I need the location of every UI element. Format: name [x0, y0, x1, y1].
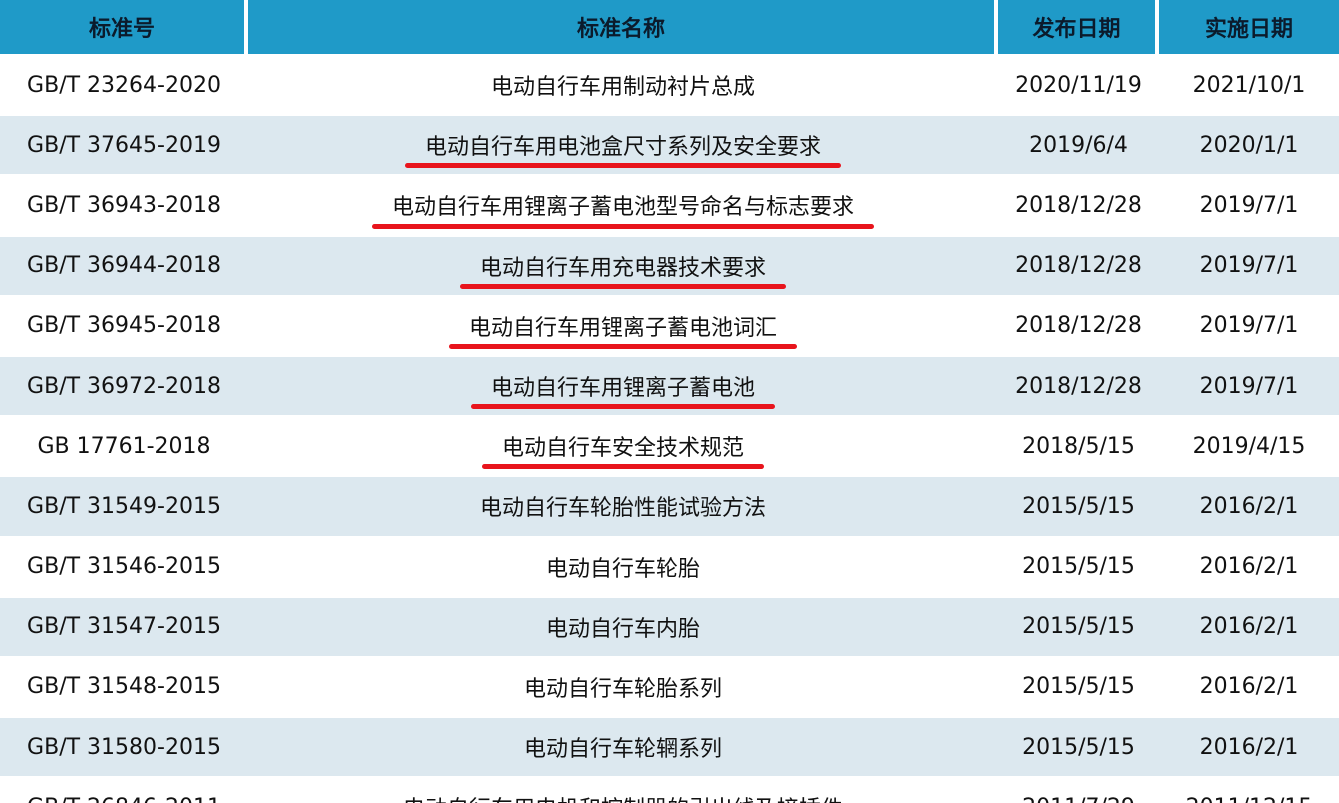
cell-standard-code: GB/T 23264-2020	[0, 54, 248, 115]
standards-table: 标准号 标准名称 发布日期 实施日期 GB/T 23264-2020 电动自行车用…	[0, 0, 1339, 803]
cell-implement-date: 2016/2/1	[1159, 655, 1339, 717]
cell-standard-name: 电动自行车用锂离子蓄电池型号命名与标志要求	[248, 174, 998, 235]
cell-implement-date: 2019/7/1	[1159, 174, 1339, 235]
cell-standard-code: GB/T 36972-2018	[0, 354, 248, 416]
cell-implement-date: 2016/2/1	[1159, 716, 1339, 777]
red-underline-mark	[482, 464, 764, 470]
cell-implement-date: 2016/2/1	[1159, 535, 1339, 596]
red-underline-mark	[449, 343, 797, 349]
standard-name-text: 电动自行车轮胎	[545, 556, 700, 582]
header-standard-name: 标准名称	[248, 0, 998, 54]
cell-standard-code: GB/T 31547-2015	[0, 595, 248, 656]
cell-standard-name: 电动自行车轮胎系列	[248, 655, 998, 717]
table-row: GB/T 37645-2019 电动自行车用电池盒尺寸系列及安全要求 2019/6/…	[0, 114, 1339, 175]
cell-implement-date: 2016/2/1	[1159, 475, 1339, 536]
cell-standard-code: GB/T 31548-2015	[0, 655, 248, 717]
cell-publish-date: 2015/5/15	[998, 475, 1159, 536]
table-row: GB/T 31580-2015 电动自行车轮辋系列 2015/5/15 2016/2/…	[0, 716, 1339, 777]
standard-name-text: 电动自行车安全技术规范	[501, 436, 744, 462]
cell-implement-date: 2011/12/15	[1159, 776, 1339, 803]
cell-standard-code: GB/T 31546-2015	[0, 535, 248, 596]
header-publish-date: 发布日期	[998, 0, 1159, 54]
red-underline-mark	[460, 283, 786, 289]
cell-standard-name: 电动自行车轮胎性能试验方法	[248, 475, 998, 536]
cell-publish-date: 2018/12/28	[998, 354, 1159, 416]
standards-table-container: 标准号 标准名称 发布日期 实施日期 GB/T 23264-2020 电动自行车用…	[0, 0, 1339, 803]
cell-publish-date: 2018/12/28	[998, 234, 1159, 295]
table-body: GB/T 23264-2020 电动自行车用制动衬片总成 2020/11/19 202…	[0, 54, 1339, 803]
table-row: GB/T 31548-2015 电动自行车轮胎系列 2015/5/15 2016/2/…	[0, 655, 1339, 717]
cell-standard-code: GB/T 31549-2015	[0, 475, 248, 536]
standard-name-text: 电动自行车用电机和控制器的引出线及接插件	[403, 791, 843, 803]
header-standard-code: 标准号	[0, 0, 248, 54]
red-underline-mark	[471, 404, 775, 410]
cell-implement-date: 2019/4/15	[1159, 415, 1339, 476]
cell-publish-date: 2020/11/19	[998, 54, 1159, 115]
standard-name-text: 电动自行车用锂离子蓄电池型号命名与标志要求	[391, 195, 854, 221]
cell-standard-code: GB/T 26846-2011	[0, 776, 248, 803]
cell-standard-name: 电动自行车内胎	[248, 595, 998, 656]
cell-implement-date: 2019/7/1	[1159, 294, 1339, 355]
cell-publish-date: 2011/7/29	[998, 776, 1159, 803]
cell-publish-date: 2015/5/15	[998, 716, 1159, 777]
standard-name-text: 电动自行车轮胎系列	[523, 676, 722, 702]
red-underline-mark	[372, 223, 874, 229]
cell-publish-date: 2015/5/15	[998, 655, 1159, 717]
cell-standard-name: 电动自行车安全技术规范	[248, 415, 998, 476]
standard-name-text: 电动自行车用锂离子蓄电池	[490, 376, 755, 402]
cell-implement-date: 2021/10/1	[1159, 54, 1339, 115]
cell-standard-name: 电动自行车用锂离子蓄电池	[248, 354, 998, 416]
standard-name-text: 电动自行车轮胎性能试验方法	[479, 496, 766, 522]
standard-name-text: 电动自行车用锂离子蓄电池词汇	[468, 315, 777, 341]
cell-publish-date: 2019/6/4	[998, 114, 1159, 175]
standard-name-text: 电动自行车轮辋系列	[523, 737, 722, 763]
cell-standard-name: 电动自行车用电池盒尺寸系列及安全要求	[248, 114, 998, 175]
standard-name-text: 电动自行车用电池盒尺寸系列及安全要求	[424, 135, 821, 161]
standard-name-text: 电动自行车用充电器技术要求	[479, 255, 766, 281]
cell-standard-code: GB/T 36943-2018	[0, 174, 248, 235]
cell-standard-name: 电动自行车用制动衬片总成	[248, 54, 998, 115]
cell-publish-date: 2015/5/15	[998, 535, 1159, 596]
table-row: GB/T 23264-2020 电动自行车用制动衬片总成 2020/11/19 202…	[0, 54, 1339, 115]
cell-standard-name: 电动自行车轮辋系列	[248, 716, 998, 777]
cell-standard-name: 电动自行车用电机和控制器的引出线及接插件	[248, 776, 998, 803]
cell-implement-date: 2019/7/1	[1159, 234, 1339, 295]
table-row: GB 17761-2018 电动自行车安全技术规范 2018/5/15 2019/4/…	[0, 415, 1339, 476]
cell-standard-code: GB/T 37645-2019	[0, 114, 248, 175]
cell-publish-date: 2018/12/28	[998, 174, 1159, 235]
table-row: GB/T 31546-2015 电动自行车轮胎 2015/5/15 2016/2/1	[0, 535, 1339, 596]
cell-publish-date: 2018/5/15	[998, 415, 1159, 476]
table-row: GB/T 36972-2018 电动自行车用锂离子蓄电池 2018/12/28 201…	[0, 354, 1339, 416]
table-row: GB/T 36945-2018 电动自行车用锂离子蓄电池词汇 2018/12/28 2…	[0, 294, 1339, 355]
standard-name-text: 电动自行车内胎	[545, 616, 700, 642]
table-row: GB/T 36943-2018 电动自行车用锂离子蓄电池型号命名与标志要求 2018…	[0, 174, 1339, 235]
cell-standard-code: GB/T 36944-2018	[0, 234, 248, 295]
table-row: GB/T 31549-2015 电动自行车轮胎性能试验方法 2015/5/15 201…	[0, 475, 1339, 536]
cell-standard-code: GB/T 36945-2018	[0, 294, 248, 355]
cell-implement-date: 2016/2/1	[1159, 595, 1339, 656]
cell-standard-name: 电动自行车用充电器技术要求	[248, 234, 998, 295]
cell-publish-date: 2015/5/15	[998, 595, 1159, 656]
cell-standard-code: GB 17761-2018	[0, 415, 248, 476]
table-row: GB/T 26846-2011 电动自行车用电机和控制器的引出线及接插件 2011/…	[0, 776, 1339, 803]
cell-standard-name: 电动自行车轮胎	[248, 535, 998, 596]
cell-publish-date: 2018/12/28	[998, 294, 1159, 355]
standard-name-text: 电动自行车用制动衬片总成	[490, 75, 755, 101]
cell-standard-name: 电动自行车用锂离子蓄电池词汇	[248, 294, 998, 355]
cell-implement-date: 2020/1/1	[1159, 114, 1339, 175]
red-underline-mark	[405, 163, 841, 169]
cell-standard-code: GB/T 31580-2015	[0, 716, 248, 777]
table-header-row: 标准号 标准名称 发布日期 实施日期	[0, 0, 1339, 54]
table-row: GB/T 31547-2015 电动自行车内胎 2015/5/15 2016/2/1	[0, 595, 1339, 656]
header-implement-date: 实施日期	[1159, 0, 1339, 54]
cell-implement-date: 2019/7/1	[1159, 354, 1339, 416]
table-row: GB/T 36944-2018 电动自行车用充电器技术要求 2018/12/28 20…	[0, 234, 1339, 295]
